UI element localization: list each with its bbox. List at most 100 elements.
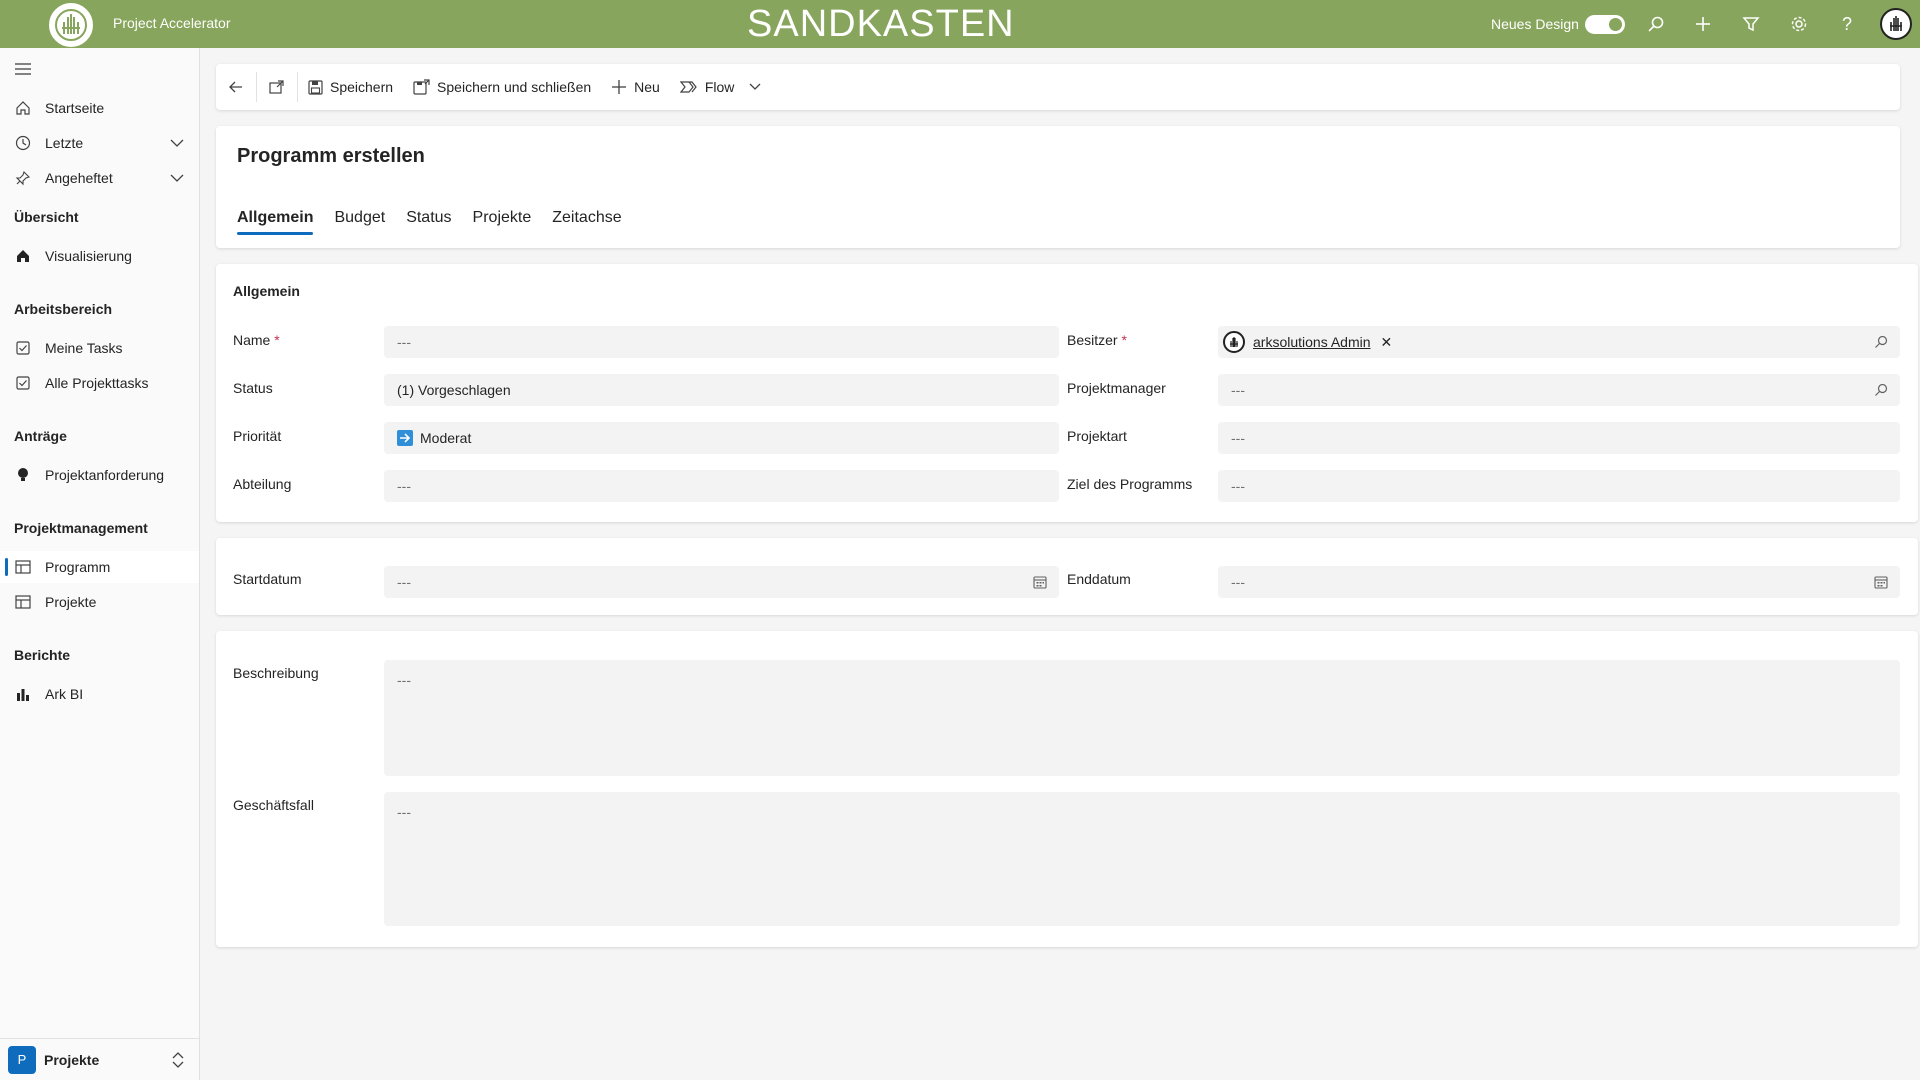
sidebar-item-projektanforderung[interactable]: Projektanforderung	[0, 459, 199, 491]
sidebar-item-ark-bi[interactable]: Ark BI	[0, 678, 199, 710]
board-icon	[15, 559, 31, 575]
sidebar-item-meine-tasks[interactable]: Meine Tasks	[0, 332, 199, 364]
save-and-close-button[interactable]: Speichern und schließen	[403, 64, 601, 110]
save-and-close-label: Speichern und schließen	[437, 79, 592, 95]
chevron-down-icon[interactable]	[169, 135, 185, 154]
hamburger-icon	[15, 61, 31, 77]
sidebar-item-label: Letzte	[45, 135, 84, 151]
project-type-label: Projektart	[1067, 428, 1127, 444]
status-select[interactable]: (1) Vorgeschlagen	[384, 374, 1059, 406]
gear-icon[interactable]	[1788, 13, 1810, 35]
sidebar-group-arbeitsbereich: Arbeitsbereich	[14, 301, 113, 317]
owner-avatar	[1223, 331, 1245, 353]
remove-owner-icon[interactable]: ✕	[1381, 334, 1393, 351]
area-switcher[interactable]: P Projekte	[0, 1038, 199, 1080]
command-bar: Speichern Speichern und schließen Neu Fl…	[216, 64, 1900, 110]
hamburger-menu-button[interactable]	[0, 53, 199, 85]
tab-projekte[interactable]: Projekte	[473, 209, 532, 235]
toggle-knob	[1609, 18, 1622, 31]
owner-label: Besitzer *	[1067, 332, 1127, 348]
sidebar-group-berichte: Berichte	[14, 647, 71, 663]
sidebar-item-angeheftet[interactable]: Angeheftet	[0, 162, 199, 194]
department-field[interactable]: ---	[384, 470, 1059, 502]
tab-status[interactable]: Status	[406, 209, 451, 235]
search-icon[interactable]	[1645, 13, 1667, 35]
name-field[interactable]: ---	[384, 326, 1059, 358]
sidebar-item-programm[interactable]: Programm	[0, 551, 199, 583]
sidebar-item-label: Ark BI	[45, 686, 84, 702]
save-button[interactable]: Speichern	[298, 64, 403, 110]
business-case-textarea[interactable]: ---	[384, 792, 1900, 926]
new-button[interactable]: Neu	[601, 64, 670, 110]
plus-icon[interactable]	[1692, 13, 1714, 35]
chevron-updown-icon	[171, 1051, 185, 1072]
sidebar-group-projektmanagement: Projektmanagement	[14, 520, 148, 536]
project-manager-lookup[interactable]: ---	[1218, 374, 1900, 406]
owner-lookup[interactable]: arksolutions Admin ✕	[1218, 326, 1900, 358]
end-date-picker[interactable]: ---	[1218, 566, 1900, 598]
user-avatar[interactable]	[1880, 8, 1912, 40]
calendar-icon[interactable]	[1874, 575, 1888, 589]
start-date-picker[interactable]: ---	[384, 566, 1059, 598]
department-label: Abteilung	[233, 476, 292, 492]
search-icon[interactable]	[1874, 335, 1888, 349]
save-icon	[308, 79, 323, 95]
description-textarea[interactable]: ---	[384, 660, 1900, 776]
flow-button[interactable]: Flow	[670, 64, 773, 110]
department-value: ---	[397, 478, 411, 494]
tab-budget[interactable]: Budget	[334, 209, 385, 235]
arrow-right-icon	[397, 430, 413, 446]
home-icon	[15, 100, 31, 116]
sidebar-item-alle-projekttasks[interactable]: Alle Projekttasks	[0, 367, 199, 399]
priority-select[interactable]: Moderat	[384, 422, 1059, 454]
sidebar-item-label: Programm	[45, 559, 111, 575]
project-manager-label: Projektmanager	[1067, 380, 1166, 396]
app-title[interactable]: Project Accelerator	[113, 15, 231, 31]
checkbox-task-icon	[15, 375, 31, 391]
project-type-value: ---	[1231, 430, 1245, 446]
sidebar-item-label: Visualisierung	[45, 248, 132, 264]
owner-label-text: Besitzer	[1067, 332, 1118, 348]
tab-zeitachse[interactable]: Zeitachse	[552, 209, 621, 235]
chevron-down-icon[interactable]	[748, 80, 762, 94]
save-close-icon	[413, 79, 430, 95]
environment-title: SANDKASTEN	[747, 3, 1015, 45]
chevron-down-icon[interactable]	[169, 170, 185, 189]
tab-list: Allgemein Budget Status Projekte Zeitach…	[237, 209, 643, 235]
area-label: Projekte	[44, 1051, 100, 1068]
project-manager-value: ---	[1231, 382, 1245, 398]
sidebar-item-projekte[interactable]: Projekte	[0, 586, 199, 618]
status-label: Status	[233, 380, 273, 396]
sidebar-item-letzte[interactable]: Letzte	[0, 127, 199, 159]
new-design-label: Neues Design	[1491, 16, 1579, 32]
filter-icon[interactable]	[1740, 13, 1762, 35]
page-title: Programm erstellen	[237, 145, 425, 167]
description-value: ---	[397, 672, 411, 688]
status-value: (1) Vorgeschlagen	[397, 382, 511, 398]
required-mark: *	[1121, 332, 1127, 348]
owner-link[interactable]: arksolutions Admin	[1253, 334, 1371, 350]
new-design-toggle[interactable]	[1585, 15, 1625, 34]
calendar-icon[interactable]	[1033, 575, 1047, 589]
arrow-left-icon	[228, 79, 244, 95]
start-date-label: Startdatum	[233, 571, 302, 587]
flow-icon	[679, 80, 698, 94]
help-icon[interactable]: ?	[1836, 13, 1858, 35]
sidebar-item-visualisierung[interactable]: Visualisierung	[0, 240, 199, 272]
tab-allgemein[interactable]: Allgemein	[237, 209, 314, 235]
sidebar-item-startseite[interactable]: Startseite	[0, 92, 199, 124]
company-logo[interactable]	[47, 1, 95, 49]
back-button[interactable]	[216, 64, 256, 110]
project-type-field[interactable]: ---	[1218, 422, 1900, 454]
board-icon	[15, 594, 31, 610]
section-dates: Startdatum --- Enddatum ---	[216, 538, 1918, 615]
sidebar-item-label: Meine Tasks	[45, 340, 123, 356]
save-label: Speichern	[330, 79, 394, 95]
search-icon[interactable]	[1874, 383, 1888, 397]
sidebar: Startseite Letzte Angeheftet Übersicht V…	[0, 48, 200, 1080]
open-in-new-window-button[interactable]	[257, 64, 297, 110]
sidebar-item-label: Alle Projekttasks	[45, 375, 149, 391]
sidebar-group-uebersicht: Übersicht	[14, 209, 79, 225]
program-goal-field[interactable]: ---	[1218, 470, 1900, 502]
sidebar-item-label: Projektanforderung	[45, 467, 165, 483]
